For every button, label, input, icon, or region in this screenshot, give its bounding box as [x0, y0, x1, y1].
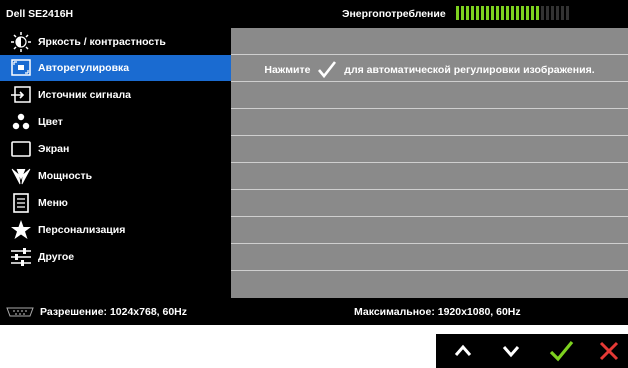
osd-window: Dell SE2416H Энергопотребление Яркость /…: [0, 0, 628, 325]
energy-segment: [531, 6, 534, 20]
energy-segment: [456, 6, 459, 20]
row-divider: [231, 108, 628, 109]
energy-segment: [501, 6, 504, 20]
max-resolution: Максимальное: 1920x1080, 60Hz: [354, 306, 521, 318]
row-divider: [231, 162, 628, 163]
menu-item-label: Яркость / контрастность: [38, 36, 166, 48]
menu-item-display[interactable]: Экран: [0, 136, 231, 162]
energy-segment: [466, 6, 469, 20]
monitor-model: Dell SE2416H: [6, 8, 74, 20]
menu-item-label: Источник сигнала: [38, 89, 131, 101]
row-divider: [231, 54, 628, 55]
input-source-icon: [11, 86, 31, 103]
energy-segment: [476, 6, 479, 20]
energy-segment: [551, 6, 554, 20]
check-icon[interactable]: [548, 339, 574, 363]
color-icon: [12, 113, 30, 130]
message-prefix: Нажмите: [264, 63, 311, 76]
energy-segment: [541, 6, 544, 20]
current-resolution: Разрешение: 1024x768, 60Hz: [40, 306, 188, 318]
menu-item-label: Авторегулировка: [38, 62, 130, 74]
energy-segment: [566, 6, 569, 20]
row-divider: [231, 243, 628, 244]
energy-segment: [496, 6, 499, 20]
menu-item-menu[interactable]: Меню: [0, 190, 231, 216]
menu-item-label: Персонализация: [38, 224, 126, 236]
osd-menu: Яркость / контрастность Авторегулировка …: [0, 28, 231, 298]
energy-segment: [506, 6, 509, 20]
energy-segment: [526, 6, 529, 20]
energy-segment: [521, 6, 524, 20]
energy-segment: [516, 6, 519, 20]
menu-item-auto-adjust[interactable]: Авторегулировка: [0, 55, 231, 81]
menu-item-label: Экран: [38, 143, 70, 155]
energy-segment: [546, 6, 549, 20]
auto-adjust-icon: [11, 59, 31, 76]
energy-meter: [456, 6, 572, 20]
menu-item-label: Цвет: [38, 116, 63, 128]
energy-segment: [536, 6, 539, 20]
check-icon: [318, 61, 337, 79]
osd-header: Dell SE2416H Энергопотребление: [0, 0, 628, 28]
menu-item-power[interactable]: Мощность: [0, 163, 231, 189]
menu-item-label: Другое: [38, 251, 75, 263]
down-icon[interactable]: [498, 339, 524, 363]
row-divider: [231, 270, 628, 271]
row-divider: [231, 135, 628, 136]
brightness-icon: [11, 32, 31, 52]
star-icon: [11, 220, 31, 239]
message-suffix: для автоматической регулировки изображен…: [344, 63, 595, 76]
display-icon: [11, 141, 31, 157]
energy-segment: [511, 6, 514, 20]
menu-item-brightness-contrast[interactable]: Яркость / контрастность: [0, 29, 231, 55]
menu-item-others[interactable]: Другое: [0, 244, 231, 270]
menu-icon: [13, 193, 29, 213]
row-divider: [231, 216, 628, 217]
auto-adjust-message: Нажмите для автоматической регулировки и…: [231, 61, 628, 79]
power-icon: [11, 168, 31, 185]
energy-segment: [556, 6, 559, 20]
control-buttons: [436, 334, 628, 368]
menu-item-input-source[interactable]: Источник сигнала: [0, 82, 231, 108]
energy-segment: [486, 6, 489, 20]
content-panel: Нажмите для автоматической регулировки и…: [231, 28, 628, 298]
menu-item-label: Меню: [38, 197, 68, 209]
up-icon[interactable]: [450, 339, 476, 363]
vga-connector-icon: [6, 307, 34, 317]
osd-footer: Разрешение: 1024x768, 60Hz Максимальное:…: [0, 298, 628, 325]
energy-segment: [561, 6, 564, 20]
others-icon: [11, 248, 31, 266]
menu-item-personalize[interactable]: Персонализация: [0, 217, 231, 243]
row-divider: [231, 81, 628, 82]
energy-label: Энергопотребление: [342, 8, 446, 20]
menu-item-label: Мощность: [38, 170, 93, 182]
menu-item-color[interactable]: Цвет: [0, 109, 231, 135]
row-divider: [231, 189, 628, 190]
close-icon[interactable]: [596, 339, 622, 363]
energy-segment: [491, 6, 494, 20]
energy-segment: [481, 6, 484, 20]
energy-segment: [471, 6, 474, 20]
energy-segment: [461, 6, 464, 20]
